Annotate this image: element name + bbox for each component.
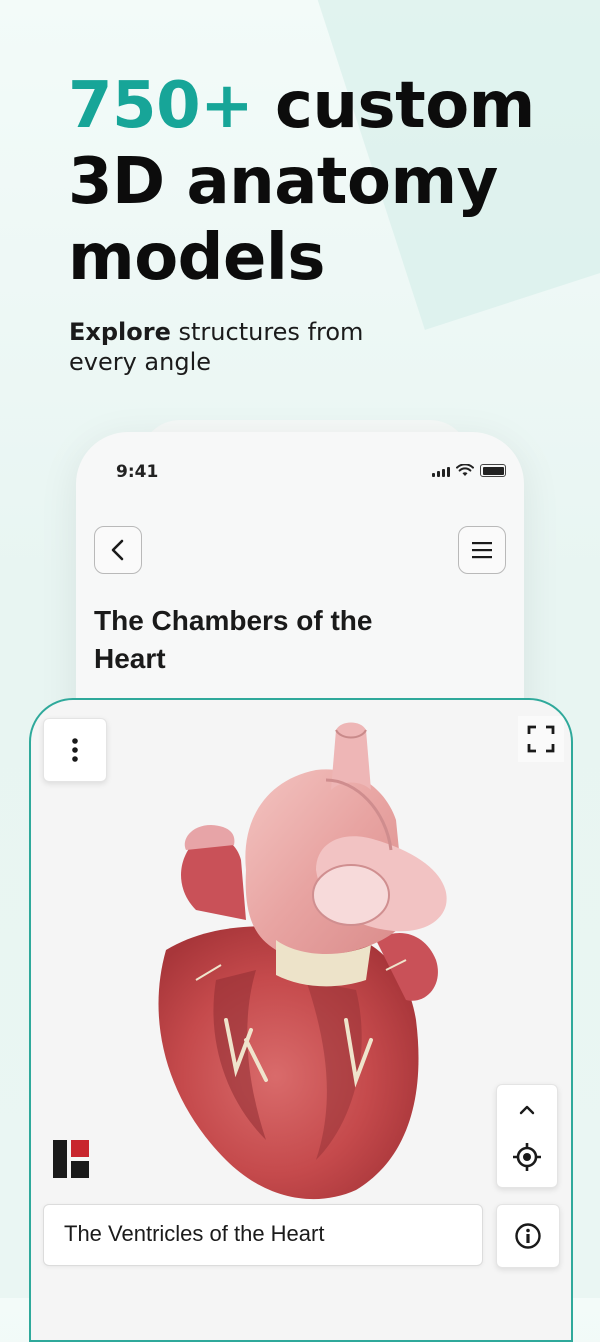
back-button[interactable]: [94, 526, 142, 574]
heart-3d-model[interactable]: [126, 720, 466, 1210]
headline-accent: 750+: [68, 69, 254, 143]
headline-line2: 3D anatomy: [68, 145, 498, 219]
model-label-box[interactable]: The Ventricles of the Heart: [43, 1204, 483, 1266]
headline-line1: custom: [253, 69, 535, 143]
hero-headline: 750+ custom 3D anatomy models: [68, 68, 548, 296]
hero-subheading: Explore structures from every angle: [69, 317, 409, 377]
chevron-up-icon: [519, 1105, 535, 1115]
fullscreen-button[interactable]: [518, 716, 564, 762]
signal-icon: [432, 467, 450, 477]
headline-line3: models: [68, 221, 325, 295]
model-viewer[interactable]: The Ventricles of the Heart: [29, 698, 573, 1342]
phone-mockup: 9:41 The Chambers of the Heart: [76, 432, 524, 732]
fullscreen-icon: [527, 725, 555, 753]
view-controls: [496, 1084, 558, 1188]
status-time: 9:41: [116, 462, 159, 482]
wifi-icon: [456, 464, 474, 476]
more-options-button[interactable]: [43, 718, 107, 782]
model-label: The Ventricles of the Heart: [64, 1221, 325, 1246]
chevron-left-icon: [111, 539, 124, 561]
hamburger-menu-icon: [472, 542, 492, 559]
brand-logo: [53, 1140, 89, 1178]
crosshair-icon: [513, 1143, 541, 1171]
status-icons: [432, 464, 506, 477]
subheading-bold: Explore: [69, 318, 171, 346]
info-button[interactable]: [496, 1204, 560, 1268]
info-icon: [515, 1223, 541, 1249]
vertical-dots-icon: [72, 738, 78, 762]
menu-button[interactable]: [458, 526, 506, 574]
collapse-button[interactable]: [519, 1095, 535, 1125]
battery-icon: [480, 464, 506, 477]
recenter-button[interactable]: [512, 1137, 542, 1177]
page-title: The Chambers of the Heart: [94, 605, 373, 674]
